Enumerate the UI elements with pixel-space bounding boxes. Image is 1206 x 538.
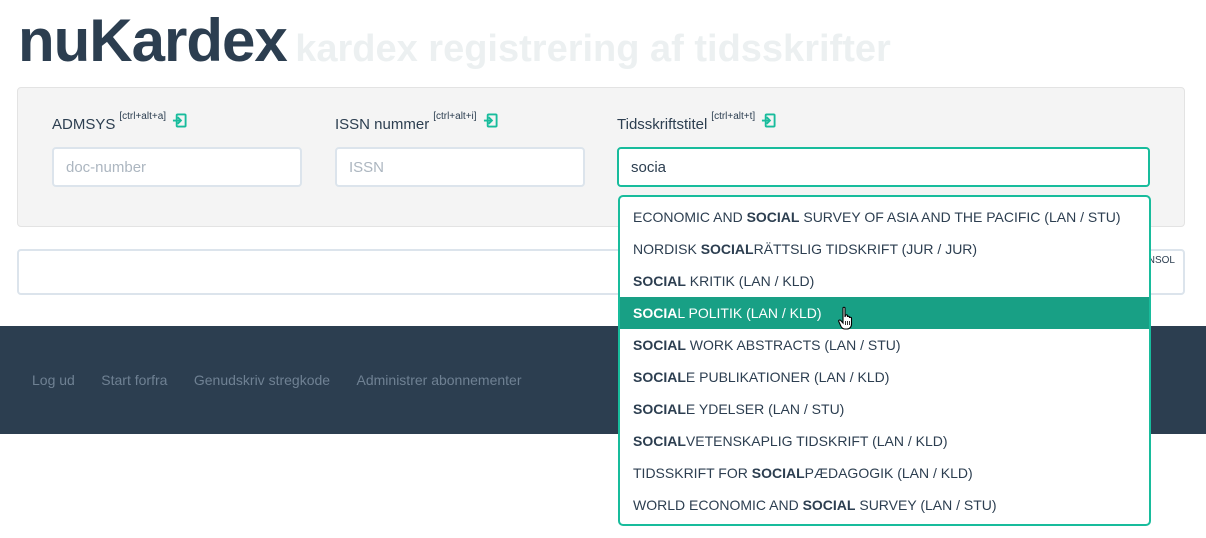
item-text-post: L POLITIK (LAN / KLD) <box>677 305 822 321</box>
issn-input[interactable] <box>335 147 585 187</box>
dropdown-item[interactable]: WORLD ECONOMIC AND SOCIAL SURVEY (LAN / … <box>620 489 1149 521</box>
item-match: SOCIAL <box>751 465 805 481</box>
item-match: SOCIAL <box>633 369 686 385</box>
item-match: SOCIA <box>633 305 678 321</box>
item-text-pre: WORLD ECONOMIC AND <box>633 497 803 513</box>
item-text-pre: TIDSSKRIFT FOR <box>633 465 752 481</box>
dropdown-item[interactable]: SOCIALE PUBLIKATIONER (LAN / KLD) <box>620 361 1149 393</box>
start-over-link[interactable]: Start forfra <box>101 372 167 388</box>
title-field: Tidsskriftstitel [ctrl+alt+t] <box>617 111 776 135</box>
dropdown-item[interactable]: ECONOMIC AND SOCIAL SURVEY OF ASIA AND T… <box>620 201 1149 233</box>
item-text-post: SURVEY OF ASIA AND THE PACIFIC (LAN / ST… <box>799 209 1121 225</box>
item-text-post: VETENSKAPLIG TIDSKRIFT (LAN / KLD) <box>685 433 948 449</box>
dropdown-item[interactable]: SOCIAL WORK ABSTRACTS (LAN / STU) <box>620 329 1149 361</box>
admsys-input[interactable] <box>52 147 302 187</box>
item-text-post: E YDELSER (LAN / STU) <box>685 401 845 417</box>
issn-field: ISSN nummer [ctrl+alt+i] <box>335 111 498 135</box>
dropdown-item[interactable]: TIDSSKRIFT FOR SOCIALPÆDAGOGIK (LAN / KL… <box>620 457 1149 489</box>
item-match: SOCIAL <box>633 433 686 449</box>
admsys-field: ADMSYS [ctrl+alt+a] <box>52 111 187 135</box>
reprint-barcode-link[interactable]: Genudskriv stregkode <box>194 372 330 388</box>
app-name: nuKardex <box>18 7 288 74</box>
dropdown-item[interactable]: SOCIAL KRITIK (LAN / KLD) <box>620 265 1149 297</box>
item-text-pre: ECONOMIC AND <box>633 209 747 225</box>
item-match: SOCIAL <box>633 273 686 289</box>
admsys-shortcut: [ctrl+alt+a] <box>119 111 167 122</box>
enter-icon[interactable] <box>172 113 187 133</box>
title-label: Tidsskriftstitel <box>617 116 708 134</box>
item-match: SOCIAL <box>633 401 686 417</box>
logout-link[interactable]: Log ud <box>32 372 75 388</box>
item-match: SOCIAL <box>802 497 856 513</box>
item-match: SOCIAL <box>633 337 686 353</box>
dropdown-item[interactable]: SOCIAL POLITIK (LAN / KLD) <box>620 297 1149 329</box>
hand-cursor-icon <box>838 306 853 330</box>
enter-icon[interactable] <box>483 113 498 133</box>
dropdown-item[interactable]: SOCIALE YDELSER (LAN / STU) <box>620 393 1149 425</box>
item-text-post: SURVEY (LAN / STU) <box>855 497 997 513</box>
page-header: nuKardex kardex registrering af tidsskri… <box>18 6 891 75</box>
title-input[interactable] <box>617 147 1150 187</box>
item-match: SOCIAL <box>746 209 800 225</box>
dropdown-item[interactable]: NORDISK SOCIALRÄTTSLIG TIDSKRIFT (JUR / … <box>620 233 1149 265</box>
item-text-post: RÄTTSLIG TIDSKRIFT (JUR / JUR) <box>753 241 978 257</box>
item-text-post: PÆDAGOGIK (LAN / KLD) <box>804 465 973 481</box>
enter-icon[interactable] <box>761 113 776 133</box>
item-text-post: KRITIK (LAN / KLD) <box>685 273 815 289</box>
dropdown-item[interactable]: SOCIALVETENSKAPLIG TIDSKRIFT (LAN / KLD) <box>620 425 1149 457</box>
item-match: SOCIAL <box>700 241 754 257</box>
item-text-post: E PUBLIKATIONER (LAN / KLD) <box>685 369 890 385</box>
item-text-post: WORK ABSTRACTS (LAN / STU) <box>685 337 901 353</box>
admsys-label: ADMSYS <box>52 116 116 134</box>
item-text-pre: NORDISK <box>633 241 701 257</box>
footer-nav: Log ud Start forfra Genudskriv stregkode… <box>32 372 544 390</box>
app-subtitle: kardex registrering af tidsskrifter <box>295 28 891 70</box>
autocomplete-dropdown: ECONOMIC AND SOCIAL SURVEY OF ASIA AND T… <box>618 195 1151 526</box>
title-shortcut: [ctrl+alt+t] <box>711 111 756 122</box>
issn-label: ISSN nummer <box>335 116 430 134</box>
console-label: NSOL <box>1147 255 1175 266</box>
issn-shortcut: [ctrl+alt+i] <box>433 111 477 122</box>
manage-subscriptions-link[interactable]: Administrer abonnementer <box>357 372 522 388</box>
